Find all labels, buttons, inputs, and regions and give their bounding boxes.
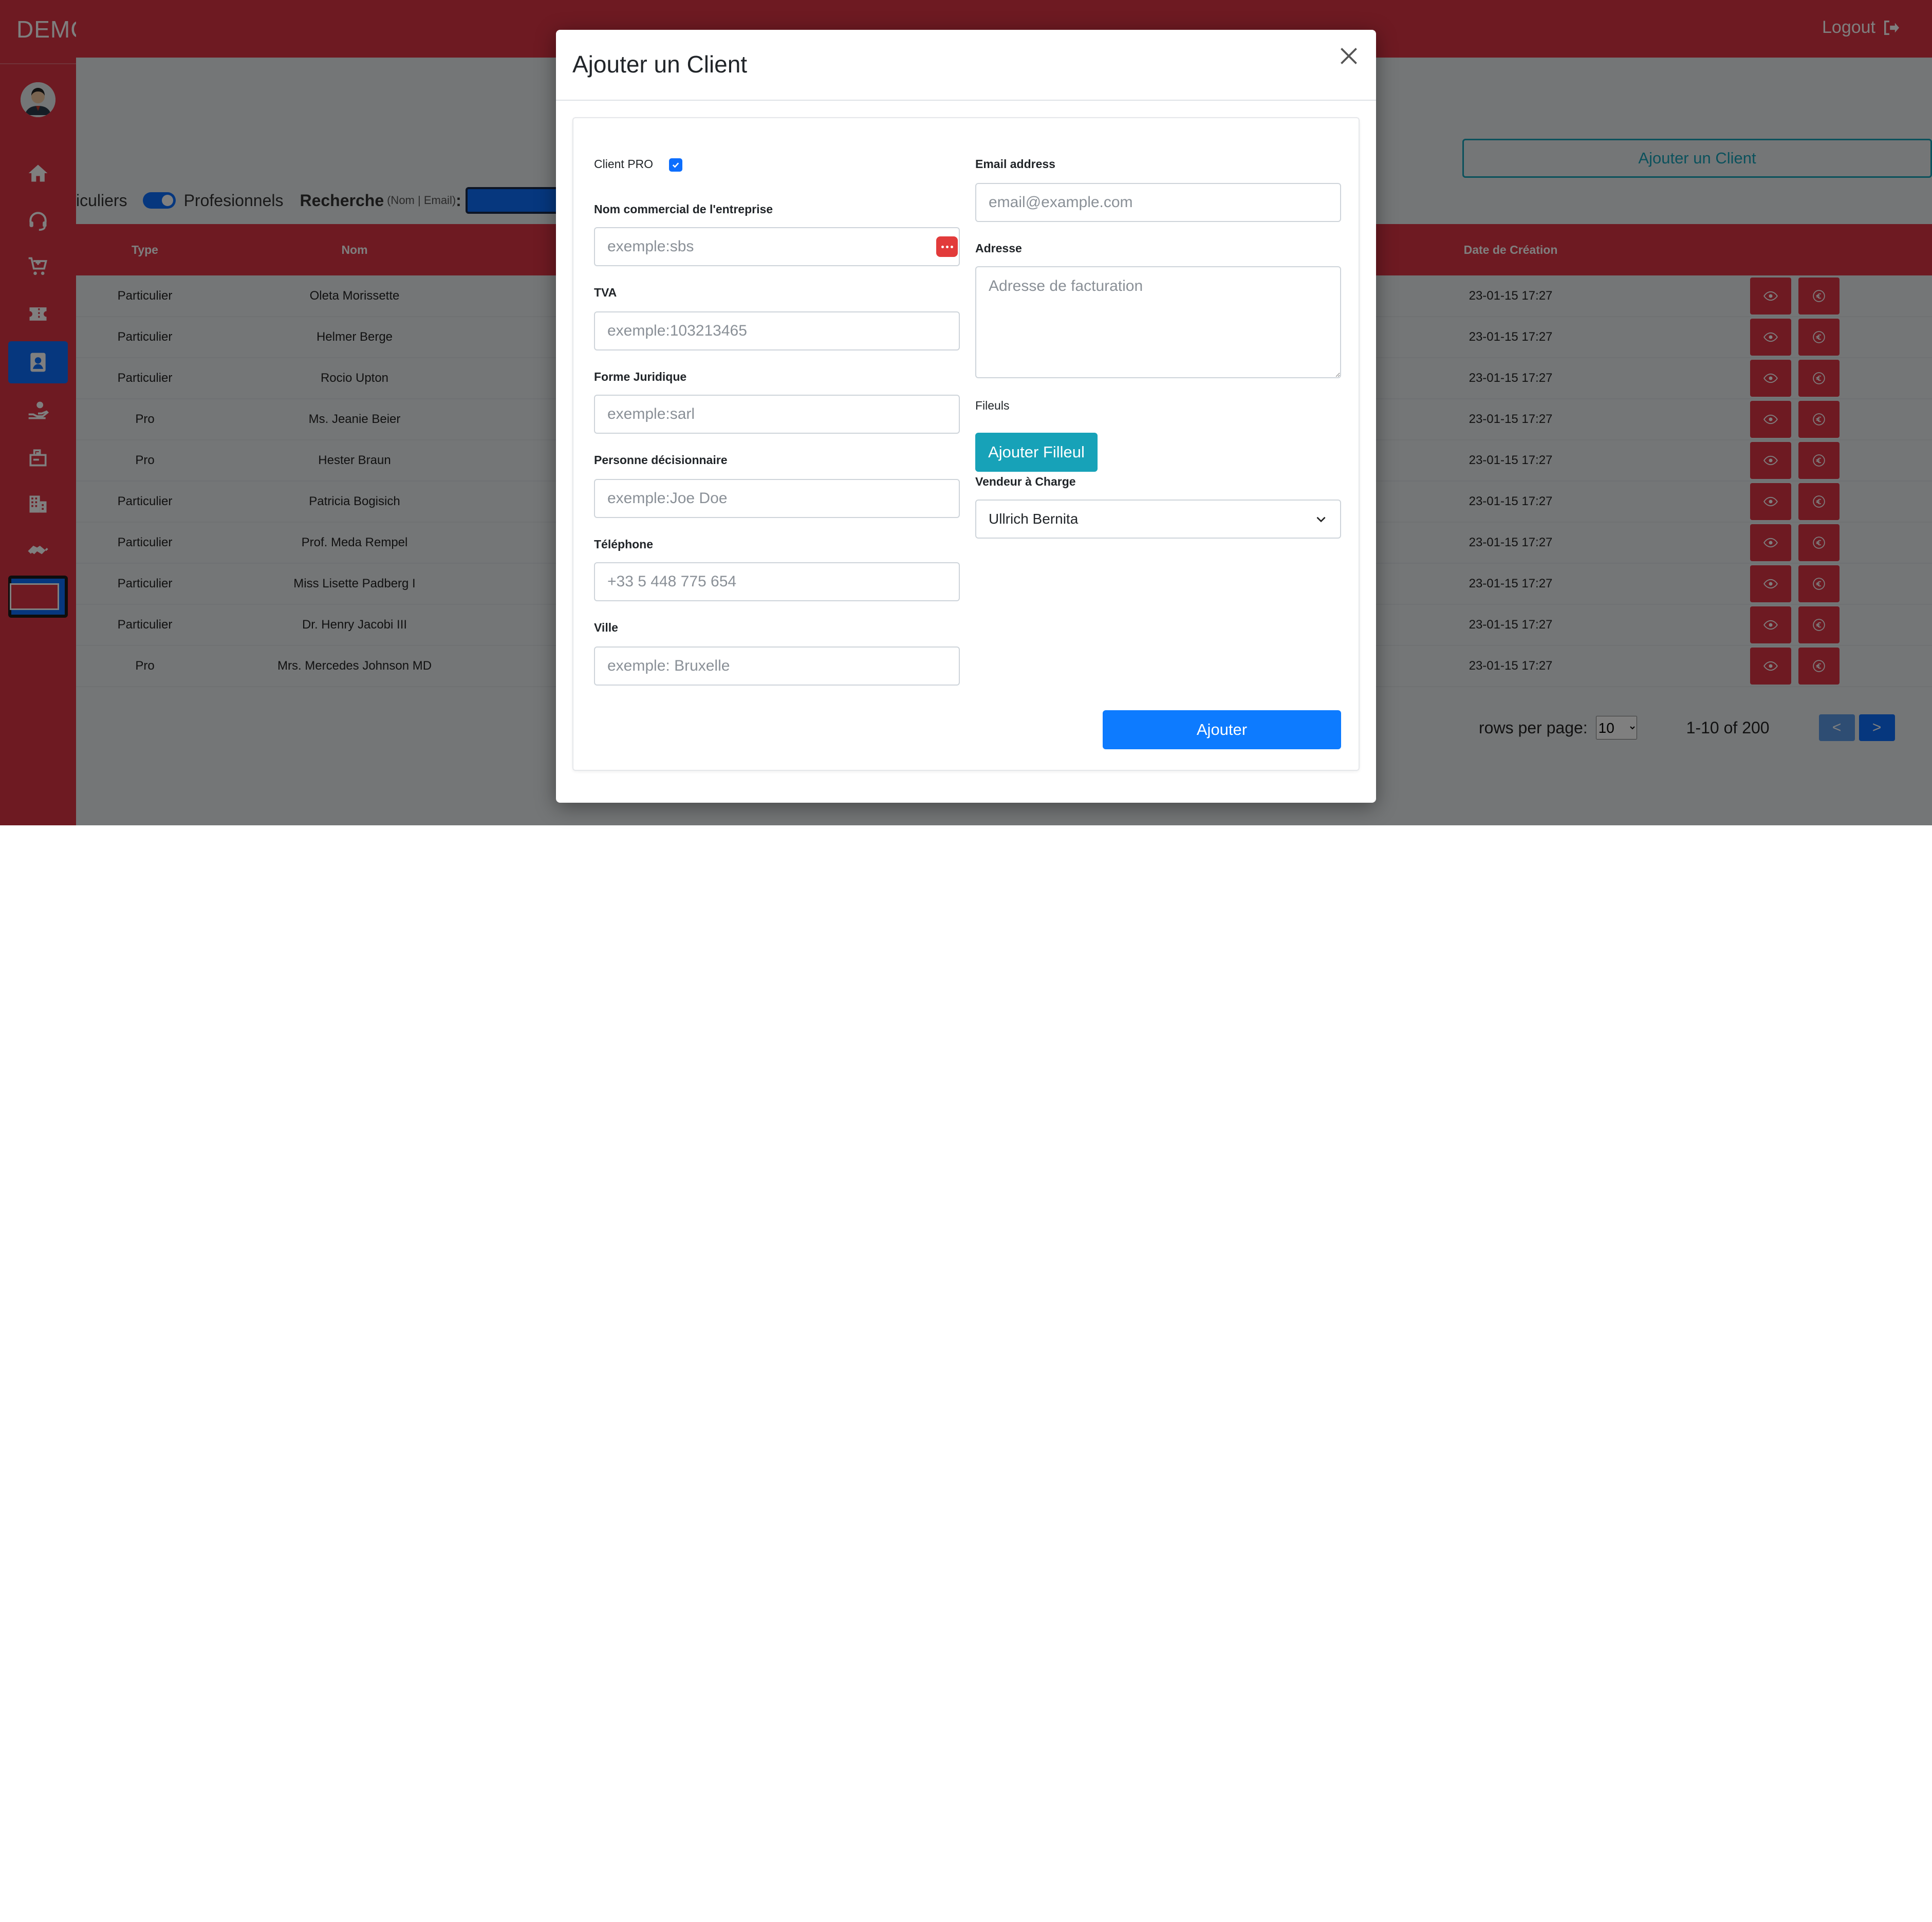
telephone-input[interactable] (594, 562, 960, 601)
telephone-label: Téléphone (594, 538, 654, 551)
close-icon[interactable] (1336, 43, 1362, 69)
password-manager-icon[interactable] (936, 236, 958, 257)
email-input[interactable] (975, 183, 1341, 222)
forme-juridique-label: Forme Juridique (594, 370, 687, 383)
ville-input[interactable] (594, 646, 960, 686)
forme-juridique-input[interactable] (594, 395, 960, 434)
email-label: Email address (975, 157, 1055, 171)
tva-input[interactable] (594, 311, 960, 350)
client-pro-checkbox[interactable] (669, 158, 682, 172)
check-icon (672, 162, 679, 168)
nom-commercial-label: Nom commercial de l'entreprise (594, 202, 773, 216)
client-pro-label: Client PRO (594, 157, 654, 171)
submit-button[interactable]: Ajouter (1103, 710, 1341, 749)
ville-label: Ville (594, 621, 618, 634)
nom-commercial-input[interactable] (594, 227, 960, 266)
adresse-label: Adresse (975, 242, 1022, 255)
vendeur-label: Vendeur à Charge (975, 475, 1076, 488)
chevron-down-icon (1316, 516, 1326, 523)
tva-label: TVA (594, 286, 617, 299)
personne-decisionnaire-label: Personne décisionnaire (594, 453, 728, 467)
add-client-modal: Ajouter un Client Client PRO Nom commerc… (556, 30, 1376, 803)
vendeur-select[interactable]: Ullrich Bernita (975, 500, 1341, 539)
adresse-textarea[interactable] (975, 266, 1341, 378)
modal-header: Ajouter un Client (556, 30, 1376, 101)
vendeur-selected-value: Ullrich Bernita (989, 511, 1079, 527)
add-filleul-button[interactable]: Ajouter Filleul (975, 433, 1098, 472)
fileuls-label: Fileuls (975, 399, 1010, 412)
personne-decisionnaire-input[interactable] (594, 479, 960, 518)
modal-title: Ajouter un Client (572, 51, 748, 78)
client-form: Client PRO Nom commercial de l'entrepris… (572, 117, 1360, 771)
